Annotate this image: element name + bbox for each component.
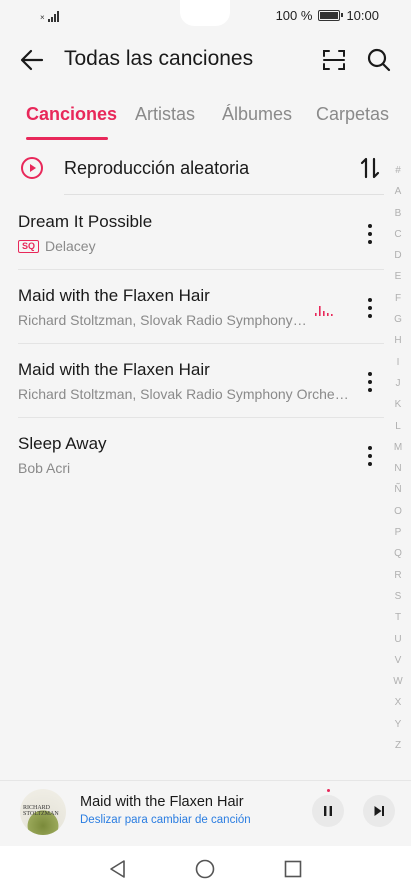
index-letter[interactable]: X — [390, 692, 406, 713]
more-vertical-icon[interactable] — [358, 370, 382, 394]
nav-back-icon[interactable] — [107, 858, 129, 880]
active-tab-indicator — [26, 137, 108, 140]
nav-home-icon[interactable] — [194, 858, 216, 880]
search-icon[interactable] — [365, 46, 393, 74]
battery-percent: 100 % — [275, 8, 313, 23]
play-circle-icon — [21, 157, 43, 179]
index-letter[interactable]: # — [390, 160, 406, 181]
now-playing-hint: Deslizar para cambiar de canción — [80, 814, 251, 826]
tab-carpetas[interactable]: Carpetas — [316, 104, 389, 125]
sort-icon[interactable] — [356, 154, 384, 182]
index-letter[interactable]: O — [390, 501, 406, 522]
index-letter[interactable]: J — [390, 373, 406, 394]
song-artist: Richard Stoltzman, Slovak Radio Symphony… — [18, 312, 308, 328]
album-art-line: STOLTZMAN — [23, 811, 59, 817]
shuffle-label: Reproducción aleatoria — [64, 158, 250, 178]
app-bar: Todas las canciones — [0, 36, 411, 84]
album-art: RICHARD STOLTZMAN — [20, 789, 66, 835]
song-title: Maid with the Flaxen Hair — [18, 360, 210, 379]
song-artist: Bob Acri — [18, 460, 71, 476]
clock: 10:00 — [346, 8, 379, 23]
pause-button[interactable] — [312, 795, 344, 827]
alphabet-index[interactable]: # A B C D E F G H I J K L M N Ñ O P Q R S T U V W X Y Z — [390, 160, 406, 756]
equalizer-icon — [315, 306, 333, 316]
song-title: Dream It Possible — [18, 212, 153, 231]
index-letter[interactable]: R — [390, 565, 406, 586]
status-right: 100 % 10:00 — [276, 8, 379, 23]
index-letter[interactable]: U — [390, 629, 406, 650]
song-item[interactable]: Maid with the Flaxen Hair Richard Stoltz… — [0, 270, 390, 344]
index-letter[interactable]: A — [390, 181, 406, 202]
page-title: Todas las canciones — [64, 47, 254, 70]
divider — [64, 194, 384, 195]
index-letter[interactable]: G — [390, 309, 406, 330]
index-letter[interactable]: K — [390, 394, 406, 415]
index-letter[interactable]: I — [390, 352, 406, 373]
tab-artistas[interactable]: Artistas — [135, 104, 195, 125]
index-letter[interactable]: Y — [390, 714, 406, 735]
song-title: Maid with the Flaxen Hair — [18, 286, 210, 305]
tab-canciones[interactable]: Canciones — [26, 104, 117, 125]
index-letter[interactable]: D — [390, 245, 406, 266]
song-artist: SQ Delacey — [18, 238, 96, 254]
status-bar: × 100 % 10:00 — [0, 0, 411, 32]
tab-bar: Canciones Artistas Álbumes Carpetas — [0, 100, 411, 140]
song-item[interactable]: Maid with the Flaxen Hair Richard Stoltz… — [0, 344, 390, 418]
song-item[interactable]: Sleep Away Bob Acri — [0, 418, 390, 492]
index-letter[interactable]: F — [390, 288, 406, 309]
index-letter[interactable]: M — [390, 437, 406, 458]
battery-fill — [320, 12, 339, 19]
song-title: Sleep Away — [18, 434, 107, 453]
now-playing-title: Maid with the Flaxen Hair — [80, 794, 244, 810]
more-vertical-icon[interactable] — [358, 444, 382, 468]
index-letter[interactable]: Ñ — [390, 479, 406, 500]
more-vertical-icon[interactable] — [358, 296, 382, 320]
song-artist: Richard Stoltzman, Slovak Radio Symphony… — [18, 386, 354, 402]
system-nav-bar — [0, 846, 411, 892]
index-letter[interactable]: N — [390, 458, 406, 479]
index-letter[interactable]: Q — [390, 543, 406, 564]
song-artist-name: Delacey — [45, 238, 96, 254]
mini-player[interactable]: RICHARD STOLTZMAN Maid with the Flaxen H… — [0, 780, 411, 842]
index-letter[interactable]: P — [390, 522, 406, 543]
progress-indicator — [327, 789, 330, 792]
signal-icon: × — [40, 10, 59, 22]
index-letter[interactable]: V — [390, 650, 406, 671]
camera-notch — [180, 0, 230, 26]
pause-icon — [324, 806, 332, 816]
album-art-text: RICHARD STOLTZMAN — [23, 805, 59, 817]
index-letter[interactable]: L — [390, 416, 406, 437]
index-letter[interactable]: Z — [390, 735, 406, 756]
skip-next-icon — [374, 806, 384, 816]
more-vertical-icon[interactable] — [358, 222, 382, 246]
index-letter[interactable]: S — [390, 586, 406, 607]
next-button[interactable] — [363, 795, 395, 827]
song-list: Dream It Possible SQ Delacey Maid with th… — [0, 196, 390, 492]
index-letter[interactable]: E — [390, 266, 406, 287]
index-letter[interactable]: B — [390, 203, 406, 224]
tab-albumes[interactable]: Álbumes — [222, 104, 292, 125]
index-letter[interactable]: H — [390, 330, 406, 351]
index-letter[interactable]: C — [390, 224, 406, 245]
nav-recent-icon[interactable] — [283, 859, 303, 879]
index-letter[interactable]: T — [390, 607, 406, 628]
song-item[interactable]: Dream It Possible SQ Delacey — [0, 196, 390, 270]
arrow-left-icon[interactable] — [18, 46, 46, 74]
index-letter[interactable]: W — [390, 671, 406, 692]
battery-icon — [318, 10, 344, 21]
sq-quality-badge: SQ — [18, 240, 40, 253]
shuffle-play-row[interactable]: Reproducción aleatoria — [0, 150, 390, 196]
scan-icon[interactable] — [320, 46, 348, 74]
